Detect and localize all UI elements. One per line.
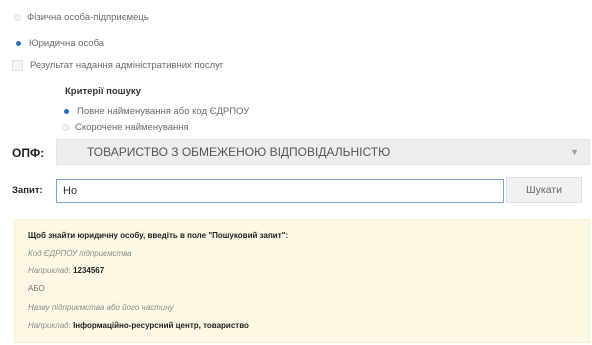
radio-short-name-indicator[interactable]	[62, 124, 69, 131]
hint-intro: Щоб знайти юридичну особу, введіть в пол…	[28, 231, 289, 240]
radio-legal-indicator[interactable]	[16, 41, 21, 46]
radio-legal-label: Юридична особа	[29, 38, 105, 49]
radio-short-name-label: Скорочене найменування	[75, 122, 189, 133]
radio-fop-label: Фізична особа-підприємець	[27, 12, 149, 23]
hint-example-2-value: Інформаційно-ресурсний центр, товариство	[73, 321, 249, 330]
hint-example-2: Наприклад: Інформаційно-ресурсний центр,…	[28, 321, 249, 330]
radio-full-name-indicator[interactable]	[64, 109, 69, 114]
service-result-checkbox-box[interactable]	[12, 60, 23, 71]
hint-example-1-value: 1234567	[73, 266, 105, 275]
hint-or: АБО	[28, 284, 45, 293]
query-input-value: Но	[63, 185, 78, 197]
hint-name-label: Назву підприємства або його частину	[28, 303, 174, 312]
query-label: Запит:	[12, 185, 43, 196]
query-input[interactable]: Но	[56, 179, 504, 203]
chevron-down-icon: ▼	[570, 147, 579, 157]
opf-select[interactable]: ТОВАРИСТВО З ОБМЕЖЕНОЮ ВІДПОВІДАЛЬНІСТЮ …	[56, 139, 590, 165]
search-button[interactable]: Шукати	[506, 177, 582, 203]
radio-short-name[interactable]: Скорочене найменування	[62, 122, 189, 133]
hint-code-label: Код ЄДРПОУ підприємства	[28, 249, 132, 258]
service-result-label: Результат надання адміністративних послу…	[30, 60, 224, 71]
radio-fop[interactable]: Фізична особа-підприємець	[14, 12, 149, 23]
criteria-heading: Критерії пошуку	[65, 86, 141, 97]
service-result-checkbox[interactable]: Результат надання адміністративних послу…	[12, 60, 223, 71]
radio-fop-indicator[interactable]	[14, 14, 21, 21]
radio-legal-entity[interactable]: Юридична особа	[14, 38, 104, 49]
hint-example-1-prefix: Наприклад:	[28, 266, 71, 275]
search-hint-panel: Щоб знайти юридичну особу, введіть в пол…	[14, 219, 590, 343]
radio-full-name-label: Повне найменування або код ЄДРПОУ	[77, 106, 250, 117]
opf-label: ОПФ:	[12, 146, 45, 160]
radio-full-name[interactable]: Повне найменування або код ЄДРПОУ	[62, 106, 249, 117]
hint-example-1: Наприклад: 1234567	[28, 266, 104, 275]
opf-select-value: ТОВАРИСТВО З ОБМЕЖЕНОЮ ВІДПОВІДАЛЬНІСТЮ	[87, 145, 391, 159]
hint-example-2-prefix: Наприклад:	[28, 321, 71, 330]
